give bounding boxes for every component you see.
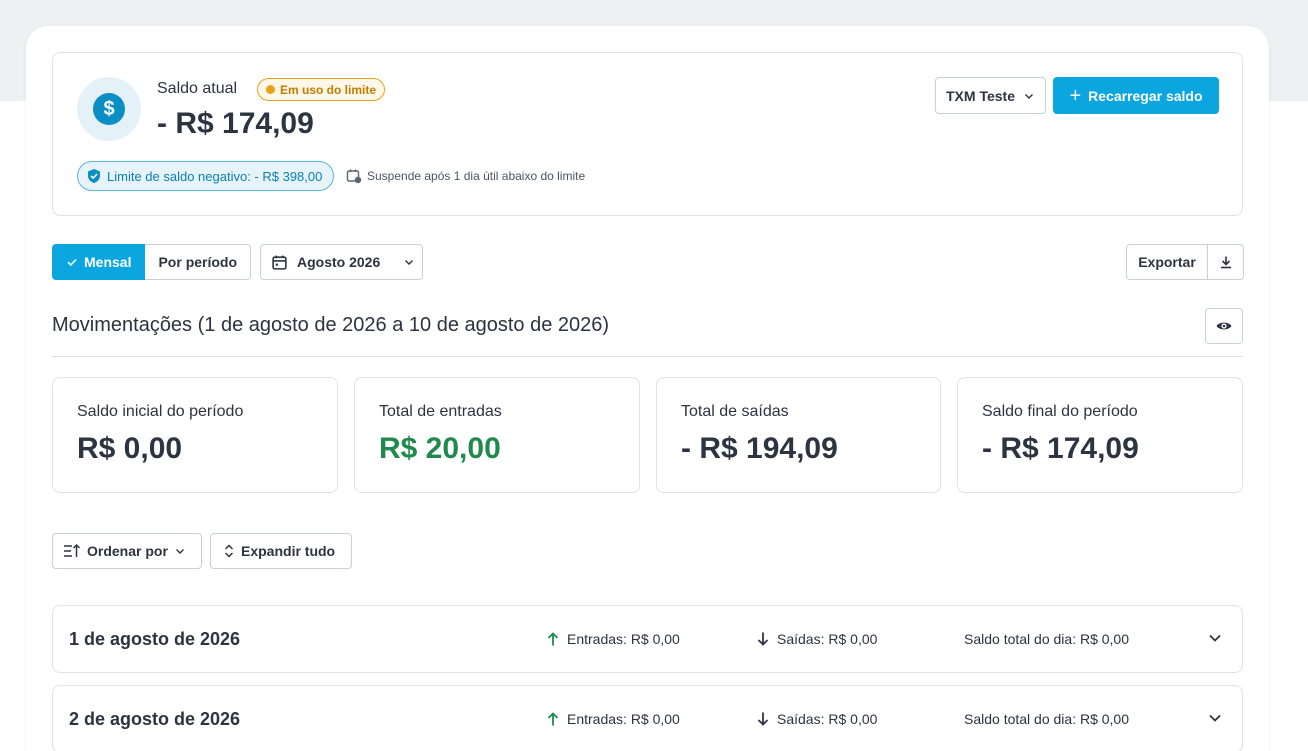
day-inflow-text: Entradas: R$ 0,00 <box>567 631 680 647</box>
stat-card-total-in: Total de entradas R$ 20,00 <box>354 377 640 493</box>
suspend-note-text: Suspende após 1 dia útil abaixo do limit… <box>367 169 586 183</box>
status-dot-icon <box>266 85 275 94</box>
day-inflow: Entradas: R$ 0,00 <box>547 631 680 647</box>
by-period-label: Por período <box>158 254 238 270</box>
month-select-value: Agosto 2026 <box>297 254 381 270</box>
day-outflow-text: Saídas: R$ 0,00 <box>777 711 878 727</box>
balance-card: $ Saldo atual Em uso do limite - R$ 174,… <box>52 52 1243 216</box>
by-period-button[interactable]: Por período <box>145 244 252 280</box>
chevron-down-icon[interactable] <box>1207 710 1223 726</box>
day-outflow: Saídas: R$ 0,00 <box>757 711 877 727</box>
stat-card-closing-balance: Saldo final do período - R$ 174,09 <box>957 377 1243 493</box>
day-row[interactable]: 1 de agosto de 2026 Entradas: R$ 0,00 Sa… <box>52 605 1243 673</box>
arrow-down-icon <box>757 712 769 726</box>
shield-check-icon <box>88 169 100 183</box>
suspend-note: Suspende após 1 dia útil abaixo do limit… <box>346 168 585 184</box>
day-date: 1 de agosto de 2026 <box>69 629 241 649</box>
arrow-down-icon <box>757 632 769 646</box>
chevron-down-icon <box>1024 93 1033 99</box>
negative-limit-badge: Limite de saldo negativo: - R$ 398,00 <box>77 161 335 191</box>
arrow-up-icon <box>547 712 559 726</box>
dollar-coin-icon: $ <box>77 77 141 141</box>
plus-icon: + <box>1069 84 1082 107</box>
day-date: 2 de agosto de 2026 <box>69 709 241 729</box>
recharge-balance-button[interactable]: + Recarregar saldo <box>1053 77 1219 114</box>
stat-label: Saldo inicial do período <box>77 403 244 420</box>
day-total: Saldo total do dia: R$ 0,00 <box>964 631 1130 647</box>
monthly-label: Mensal <box>84 254 132 270</box>
day-inflow-text: Entradas: R$ 0,00 <box>567 711 680 727</box>
section-title: Movimentações (1 de agosto de 2026 a 10 … <box>52 314 610 336</box>
account-select-value: TXM Teste <box>946 87 1015 104</box>
export-label: Exportar <box>1138 254 1196 270</box>
recharge-label: Recarregar saldo <box>1088 87 1203 104</box>
stat-value: R$ 20,00 <box>379 432 501 465</box>
eye-icon <box>1216 322 1232 330</box>
stat-label: Saldo final do período <box>982 403 1138 420</box>
calendar-icon <box>272 255 287 270</box>
stat-value: - R$ 194,09 <box>681 432 838 465</box>
stat-label: Total de saídas <box>681 403 789 420</box>
export-group: Exportar <box>1126 244 1244 280</box>
limit-status-badge: Em uso do limite <box>257 78 386 101</box>
download-button[interactable] <box>1208 244 1244 280</box>
chevron-down-icon <box>175 549 184 554</box>
stat-value: R$ 0,00 <box>77 432 183 465</box>
section-divider <box>52 356 1243 357</box>
limit-status-text: Em uso do limite <box>280 82 377 97</box>
day-outflow: Saídas: R$ 0,00 <box>757 631 877 647</box>
day-row[interactable]: 2 de agosto de 2026 Entradas: R$ 0,00 Sa… <box>52 685 1243 751</box>
stat-card-total-out: Total de saídas - R$ 194,09 <box>656 377 941 493</box>
monthly-button[interactable]: Mensal <box>52 244 146 280</box>
day-inflow: Entradas: R$ 0,00 <box>547 711 680 727</box>
balance-value: - R$ 174,09 <box>157 107 314 140</box>
sort-by-label: Ordenar por <box>87 543 168 559</box>
period-mode-toggle: Mensal Por período <box>52 244 252 280</box>
expand-all-button[interactable]: Expandir tudo <box>210 533 352 569</box>
toggle-visibility-button[interactable] <box>1205 308 1243 344</box>
export-button[interactable]: Exportar <box>1126 244 1208 280</box>
sort-by-button[interactable]: Ordenar por <box>52 533 202 569</box>
month-select[interactable]: Agosto 2026 <box>260 244 423 280</box>
expand-all-label: Expandir tudo <box>241 543 336 559</box>
day-total: Saldo total do dia: R$ 0,00 <box>964 711 1130 727</box>
download-icon <box>1220 256 1231 269</box>
stat-value: - R$ 174,09 <box>982 432 1139 465</box>
chevron-down-icon[interactable] <box>1207 630 1223 646</box>
stat-card-opening-balance: Saldo inicial do período R$ 0,00 <box>52 377 338 493</box>
sort-icon <box>64 543 81 557</box>
chevron-down-icon <box>405 260 414 265</box>
negative-limit-text: Limite de saldo negativo: - R$ 398,00 <box>107 168 323 184</box>
account-select[interactable]: TXM Teste <box>935 77 1046 114</box>
stat-label: Total de entradas <box>379 403 502 420</box>
check-icon <box>67 258 77 267</box>
calendar-clock-icon <box>346 169 362 184</box>
balance-label: Saldo atual <box>157 80 238 97</box>
day-outflow-text: Saídas: R$ 0,00 <box>777 631 878 647</box>
expand-icon <box>224 544 234 558</box>
arrow-up-icon <box>547 632 559 646</box>
